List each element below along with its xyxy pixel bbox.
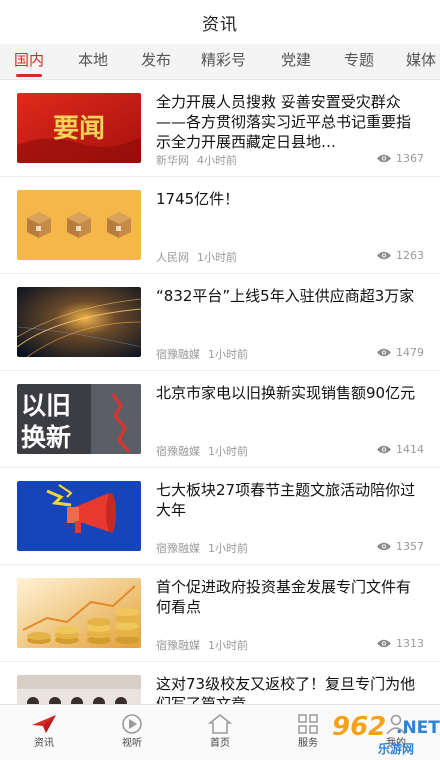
news-item[interactable]: 以旧 换新 北京市家电以旧换新实现销售额90亿元 宿豫融媒 1小时前 1414 (0, 371, 440, 468)
site-watermark: 962 .NET 乐游网 (308, 712, 440, 756)
news-source: 新华网 (156, 154, 189, 167)
news-title: “832平台”上线5年入驻供应商超3万家 (156, 287, 415, 305)
news-title: 全力开展人员搜救 妥善安置受灾群众——各方贯彻落实习近平总书记重要指示全力开展西… (156, 93, 412, 151)
news-item[interactable]: 首个促进政府投资基金发展专门文件有何看点 宿豫融媒 1小时前 1313 (0, 565, 440, 662)
news-thumbnail: 要闻 (17, 93, 141, 163)
watermark-number: 962 (332, 712, 387, 742)
view-count-value: 1263 (396, 249, 424, 262)
view-count-value: 1479 (396, 346, 424, 359)
news-meta: 宿豫融媒 1小时前 (156, 637, 248, 653)
thumb-text: 要闻 (53, 114, 105, 144)
news-list: 要闻 全力开展人员搜救 妥善安置受灾群众——各方贯彻落实习近平总书记重要指示全力… (0, 80, 440, 704)
app-header: 资讯 (0, 0, 440, 44)
news-item[interactable]: 1745亿件！ 人民网 1小时前 1263 (0, 177, 440, 274)
news-meta: 宿豫融媒 1小时前 (156, 443, 248, 459)
view-count: 1479 (377, 346, 424, 359)
news-title: 1745亿件！ (156, 190, 240, 208)
news-thumbnail (17, 287, 141, 357)
news-thumbnail (17, 481, 141, 551)
news-time: 4小时前 (197, 154, 237, 167)
tab-party-building[interactable]: 党建 (281, 44, 311, 79)
news-meta: 人民网 1小时前 (156, 249, 237, 265)
tabbar-label: 首页 (210, 738, 230, 749)
page-title: 资讯 (202, 14, 238, 35)
thumb-text: 以旧 (21, 391, 71, 420)
news-source: 宿豫融媒 (156, 639, 200, 652)
tab-highlights[interactable]: 精彩号 (201, 44, 246, 79)
news-meta: 新华网 4小时前 (156, 152, 237, 168)
news-source: 人民网 (156, 251, 189, 264)
tab-domestic[interactable]: 国内 (14, 44, 44, 79)
view-count: 1414 (377, 443, 424, 456)
news-title: 这对73级校友又返校了！复旦专门为他们写了篇文章 (156, 675, 416, 704)
play-circle-icon (122, 714, 142, 734)
view-count: 1357 (377, 540, 424, 553)
tabbar-item-news[interactable]: 资讯 (0, 705, 88, 760)
news-time: 1小时前 (208, 445, 248, 458)
news-title: 首个促进政府投资基金发展专门文件有何看点 (156, 578, 412, 616)
tab-publish[interactable]: 发布 (141, 44, 171, 79)
watermark-net: .NET (396, 718, 440, 738)
view-count: 1313 (377, 637, 424, 650)
eye-icon (377, 445, 391, 454)
tab-topics[interactable]: 专题 (344, 44, 374, 79)
home-icon (208, 713, 232, 734)
tab-local[interactable]: 本地 (78, 44, 108, 79)
eye-icon (377, 639, 391, 648)
news-meta: 宿豫融媒 1小时前 (156, 540, 248, 556)
tabbar-item-home[interactable]: 首页 (176, 705, 264, 760)
news-item[interactable]: 这对73级校友又返校了！复旦专门为他们写了篇文章 (0, 662, 440, 704)
news-thumbnail (17, 190, 141, 260)
eye-icon (377, 348, 391, 357)
view-count: 1367 (377, 152, 424, 165)
tab-media[interactable]: 媒体 (406, 44, 436, 79)
category-tabs: 国内 本地 发布 精彩号 党建 专题 媒体 (0, 44, 440, 80)
paper-plane-icon (32, 715, 56, 733)
news-time: 1小时前 (208, 348, 248, 361)
view-count-value: 1367 (396, 152, 424, 165)
news-meta: 宿豫融媒 1小时前 (156, 346, 248, 362)
news-thumbnail: 以旧 换新 (17, 384, 141, 454)
news-time: 1小时前 (208, 542, 248, 555)
view-count: 1263 (377, 249, 424, 262)
news-source: 宿豫融媒 (156, 542, 200, 555)
tabbar-item-video[interactable]: 视听 (88, 705, 176, 760)
news-thumbnail (17, 675, 141, 704)
eye-icon (377, 154, 391, 163)
news-time: 1小时前 (208, 639, 248, 652)
news-source: 宿豫融媒 (156, 445, 200, 458)
view-count-value: 1414 (396, 443, 424, 456)
tabbar-label: 视听 (122, 738, 142, 749)
news-item[interactable]: 七大板块27项春节主题文旅活动陪你过大年 宿豫融媒 1小时前 1357 (0, 468, 440, 565)
view-count-value: 1313 (396, 637, 424, 650)
tabbar-label: 资讯 (34, 738, 54, 749)
news-title: 北京市家电以旧换新实现销售额90亿元 (156, 384, 416, 402)
eye-icon (377, 251, 391, 260)
news-title: 七大板块27项春节主题文旅活动陪你过大年 (156, 481, 416, 519)
thumb-text: 换新 (21, 423, 71, 452)
news-item[interactable]: “832平台”上线5年入驻供应商超3万家 宿豫融媒 1小时前 1479 (0, 274, 440, 371)
view-count-value: 1357 (396, 540, 424, 553)
news-time: 1小时前 (197, 251, 237, 264)
watermark-site-name: 乐游网 (378, 742, 415, 756)
eye-icon (377, 542, 391, 551)
news-item[interactable]: 要闻 全力开展人员搜救 妥善安置受灾群众——各方贯彻落实习近平总书记重要指示全力… (0, 80, 440, 177)
news-source: 宿豫融媒 (156, 348, 200, 361)
news-thumbnail (17, 578, 141, 648)
